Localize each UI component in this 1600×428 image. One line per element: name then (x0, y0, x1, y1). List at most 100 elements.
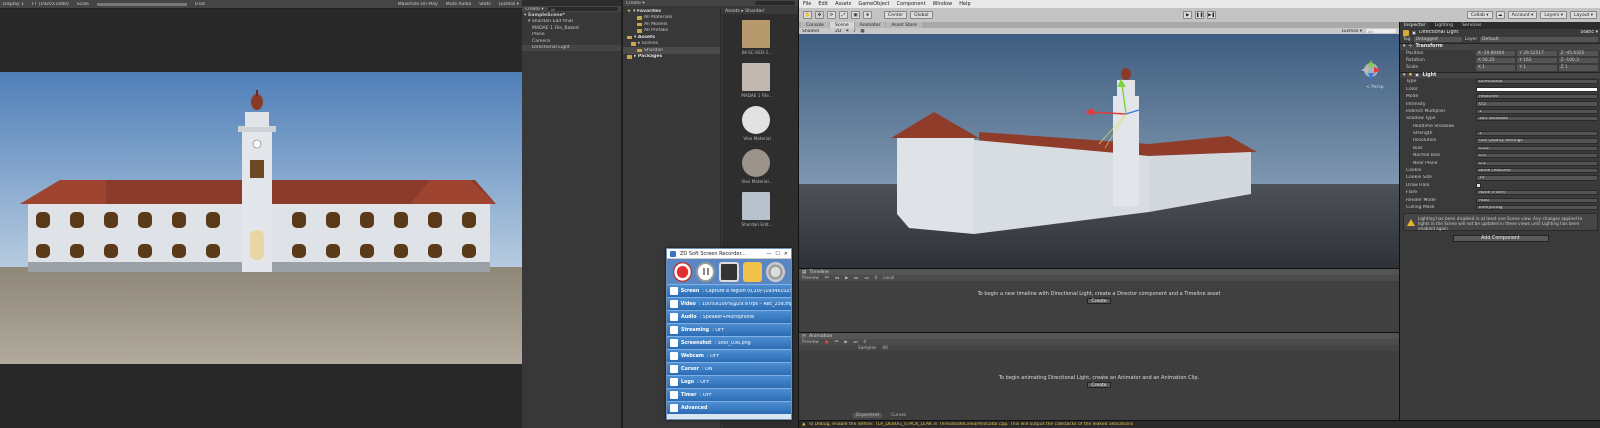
color-field[interactable] (1476, 86, 1598, 92)
camera-icon[interactable] (719, 261, 739, 282)
pause-button[interactable] (696, 261, 716, 282)
resolution-field[interactable]: Use Quality Settings (1476, 138, 1598, 144)
timeline-frame-field[interactable]: 0 (874, 276, 877, 281)
asset-thumbnail[interactable] (742, 20, 770, 48)
position-y-field[interactable]: Y 29.52517 (1517, 50, 1557, 56)
intensity-field[interactable]: 0.5 (1476, 101, 1598, 107)
scale-z-field[interactable]: Z 1 (1558, 65, 1598, 71)
culling-mask-field[interactable]: Everything (1476, 204, 1598, 211)
stats-toggle[interactable]: Stats (479, 2, 491, 7)
static-dropdown[interactable]: Static ▾ (1580, 30, 1598, 35)
hierarchy-search-input[interactable]: All (547, 7, 618, 12)
samples-field[interactable]: 60 (882, 346, 887, 351)
animation-frame-field[interactable]: 0 (864, 340, 867, 345)
position-x-field[interactable]: X -29.80464 (1476, 50, 1516, 56)
menu-help[interactable]: Help (959, 1, 970, 7)
maximize-icon[interactable]: ☐ (775, 251, 779, 257)
audio-toggle-icon[interactable]: ♪ (853, 29, 856, 34)
asset-thumbnail[interactable] (742, 192, 770, 220)
scale-slider[interactable] (96, 2, 187, 6)
project-search-input[interactable] (755, 1, 795, 5)
mute-audio-toggle[interactable]: Mute Audio (446, 2, 472, 7)
object-name-field[interactable]: Directional Light (1419, 30, 1577, 35)
gizmos-dropdown[interactable]: Gizmos ▾ (499, 2, 519, 7)
animation-create-button[interactable]: Create (1087, 382, 1111, 388)
hierarchy-item[interactable]: Directional Light (522, 44, 621, 51)
recorder-row-advanced[interactable]: Advanced (667, 401, 791, 414)
animation-preview-button[interactable]: Preview (802, 340, 819, 345)
tab-animator[interactable]: Animator (854, 22, 886, 28)
animation-last-frame-icon[interactable]: ⏭ (854, 340, 858, 345)
timeline-local-dropdown[interactable]: Local (883, 276, 894, 281)
menu-gameobject[interactable]: GameObject (858, 1, 889, 7)
light-enabled-checkbox[interactable] (1415, 73, 1420, 78)
asset-thumbnail[interactable] (742, 106, 770, 134)
play-button[interactable]: ▶ (1183, 11, 1193, 19)
rotation-y-field[interactable]: Y 162 (1517, 57, 1557, 64)
recorder-row-video[interactable]: Video: 100%x100%@29.97fps – Rec_258.mp4 (667, 297, 791, 310)
pivot-center-toggle[interactable]: Center (884, 11, 908, 19)
timeline-create-button[interactable]: Create (1087, 298, 1111, 304)
menu-component[interactable]: Component (897, 1, 926, 7)
curves-tab[interactable]: Curves (888, 413, 909, 418)
scene-gizmos-dropdown[interactable]: Gizmos ▾ (1342, 29, 1362, 34)
menu-file[interactable]: File (803, 1, 811, 7)
object-active-checkbox[interactable] (1412, 30, 1416, 35)
gear-icon[interactable] (765, 261, 785, 282)
layers-dropdown[interactable]: Layers ▾ (1540, 11, 1568, 19)
lighting-toggle-icon[interactable]: ☀ (845, 29, 849, 34)
step-button[interactable]: ▶❚ (1207, 11, 1217, 19)
hand-tool-button[interactable]: ✋ (803, 11, 812, 19)
project-create-button[interactable]: Create ▾ (626, 1, 645, 6)
recorder-row-webcam[interactable]: Webcam: OFF (667, 349, 791, 362)
menu-assets[interactable]: Assets (835, 1, 851, 7)
animation-play-icon[interactable]: ▶ (844, 340, 847, 345)
transform-tool-button[interactable]: ⊕ (863, 11, 872, 19)
timeline-play-icon[interactable]: ▶ (845, 276, 848, 281)
shadow-type-field[interactable]: Soft Shadows (1476, 116, 1598, 122)
dopesheet-tab[interactable]: Dopesheet (853, 413, 883, 418)
project-tree-item[interactable]: ▸ Packages (623, 54, 720, 61)
effects-icon[interactable]: ▦ (860, 29, 864, 34)
rotation-x-field[interactable]: X 56.25 (1476, 57, 1516, 64)
indirect-multiplier-field[interactable]: 1 (1476, 108, 1598, 115)
near-plane-field[interactable]: 0.2 (1476, 160, 1598, 166)
animation-record-icon[interactable]: ● (825, 340, 829, 345)
recorder-row-audio[interactable]: Audio: Speaker+Microphone (667, 310, 791, 323)
tag-dropdown[interactable]: Untagged (1413, 37, 1462, 42)
add-component-button[interactable]: Add Component (1452, 235, 1549, 243)
rotate-tool-button[interactable]: ⟳ (827, 11, 836, 19)
draw-halo-field[interactable] (1476, 182, 1481, 188)
cookie-field[interactable]: None (Texture) (1476, 167, 1598, 174)
display-dropdown[interactable]: Display 1 (3, 2, 24, 7)
shading-dropdown[interactable]: Shaded (802, 29, 819, 34)
move-tool-button[interactable]: ✥ (815, 11, 824, 19)
status-message[interactable]: To Debug, enable the define: TLA_DEBUG_S… (808, 422, 1133, 427)
animation-first-frame-icon[interactable]: ⏮ (834, 340, 838, 345)
tab-inspector[interactable]: Inspector (1400, 22, 1430, 29)
type-field[interactable]: Directional (1476, 79, 1598, 85)
menu-window[interactable]: Window (933, 1, 953, 7)
project-breadcrumb[interactable]: Assets ▸ Shardari (722, 8, 798, 14)
normal-bias-field[interactable]: 0.4 (1476, 153, 1598, 159)
mode-field[interactable]: Realtime (1476, 94, 1598, 100)
scene-search-input[interactable]: All (1366, 29, 1396, 34)
timeline-last-frame-icon[interactable]: ⏭ (865, 276, 869, 281)
asset-thumbnail[interactable] (742, 63, 770, 91)
recorder-row-screen[interactable]: Screen: Capture a region (0,20)-(1934x10… (667, 284, 791, 297)
resolution-dropdown[interactable]: FT (1920×1080) (32, 2, 69, 7)
scale-y-field[interactable]: Y 1 (1517, 65, 1557, 71)
recorder-row-streaming[interactable]: Streaming: OFF (667, 323, 791, 336)
tab-lighting[interactable]: Lighting (1430, 22, 1457, 29)
asset-thumbnail[interactable] (742, 149, 770, 177)
rotation-z-field[interactable]: Z -100.3 (1558, 57, 1598, 64)
bias-field[interactable]: 0.05 (1476, 145, 1598, 151)
scene-viewport[interactable]: < Persp (799, 34, 1399, 268)
account-dropdown[interactable]: Account ▾ (1507, 11, 1538, 19)
timeline-first-frame-icon[interactable]: ⏮ (825, 276, 829, 281)
record-button[interactable] (673, 261, 693, 282)
scale-x-field[interactable]: X 1 (1476, 65, 1516, 71)
maximize-on-play-toggle[interactable]: Maximize On Play (398, 2, 438, 7)
strength-field[interactable]: 1 (1476, 131, 1598, 137)
timeline-preview-button[interactable]: Preview (802, 276, 819, 281)
